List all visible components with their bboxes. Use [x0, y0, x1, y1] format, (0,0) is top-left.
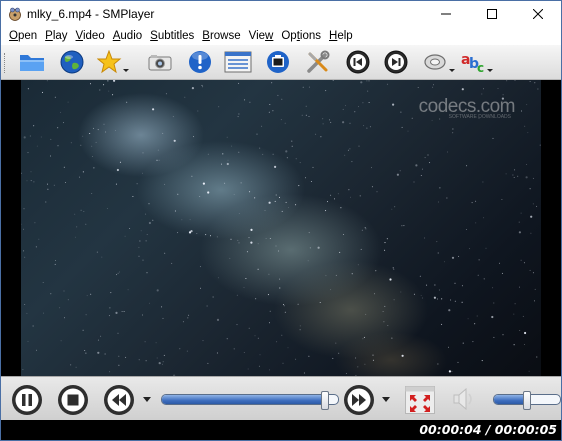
menu-view[interactable]: View: [245, 30, 278, 42]
info-button[interactable]: [185, 48, 215, 76]
video-equalizer-button[interactable]: [263, 48, 293, 76]
mute-button[interactable]: [451, 386, 477, 417]
globe-icon: [60, 50, 84, 74]
starfield-image: [21, 80, 541, 376]
seek-slider-handle[interactable]: [320, 391, 329, 410]
open-url-button[interactable]: [57, 48, 87, 76]
stop-icon: [57, 384, 89, 421]
fast-forward-icon: [343, 384, 375, 421]
menu-audio[interactable]: Audio: [109, 30, 146, 42]
chevron-down-icon[interactable]: [123, 69, 129, 72]
volume-slider-handle[interactable]: [523, 391, 532, 410]
next-chapter-icon: [384, 50, 408, 74]
smplayer-window: mlky_6.mp4 - SMPlayer Open Play Video Au…: [0, 0, 562, 441]
screenshot-camera-icon: [147, 52, 173, 72]
favorites-star-icon: [97, 50, 123, 74]
info-icon: [188, 50, 212, 74]
audio-track-button[interactable]: [421, 48, 455, 76]
control-bar: [1, 376, 561, 421]
preferences-button[interactable]: [303, 48, 333, 76]
title-bar: mlky_6.mp4 - SMPlayer: [1, 1, 561, 27]
menu-play[interactable]: Play: [41, 30, 71, 42]
speaker-icon: [451, 386, 477, 417]
close-button[interactable]: [515, 1, 561, 27]
chevron-down-icon[interactable]: [487, 69, 493, 72]
subtitles-button[interactable]: a b c: [459, 48, 493, 76]
fullscreen-icon: [405, 386, 435, 419]
pause-button[interactable]: [11, 384, 43, 421]
menu-options[interactable]: Options: [277, 30, 325, 42]
rewind-button[interactable]: [103, 384, 135, 421]
menu-video[interactable]: Video: [72, 30, 109, 42]
stop-button[interactable]: [57, 384, 89, 421]
seek-progress-fill: [162, 395, 326, 404]
open-folder-button[interactable]: [17, 48, 47, 76]
pause-icon: [11, 384, 43, 421]
menu-bar: Open Play Video Audio Subtitles Browse V…: [1, 27, 561, 45]
forward-button[interactable]: [343, 384, 375, 421]
status-bar: 00:00:04 / 00:00:05: [1, 420, 561, 440]
video-frame[interactable]: codecs.com SOFTWARE DOWNLOADS: [21, 80, 541, 376]
video-area[interactable]: codecs.com SOFTWARE DOWNLOADS: [1, 80, 561, 376]
preferences-tools-icon: [305, 49, 331, 75]
next-chapter-button[interactable]: [381, 48, 411, 76]
window-title: mlky_6.mp4 - SMPlayer: [27, 7, 155, 21]
menu-help[interactable]: Help: [325, 30, 357, 42]
main-toolbar: a b c: [1, 45, 561, 80]
svg-text:c: c: [477, 61, 484, 75]
seek-slider[interactable]: [161, 394, 339, 405]
menu-browse[interactable]: Browse: [198, 30, 244, 42]
rewind-options-chevron-icon[interactable]: [143, 397, 151, 402]
open-folder-icon: [18, 51, 46, 73]
previous-chapter-button[interactable]: [343, 48, 373, 76]
video-equalizer-icon: [266, 50, 290, 74]
menu-subtitles[interactable]: Subtitles: [146, 30, 198, 42]
subtitles-icon: a b c: [460, 49, 488, 75]
smplayer-app-icon[interactable]: [8, 7, 22, 21]
toolbar-grip[interactable]: [4, 53, 8, 73]
maximize-button[interactable]: [469, 1, 515, 27]
fullscreen-button[interactable]: [405, 386, 435, 419]
rewind-icon: [103, 384, 135, 421]
minimize-button[interactable]: [423, 1, 469, 27]
forward-options-chevron-icon[interactable]: [382, 397, 390, 402]
previous-chapter-icon: [346, 50, 370, 74]
time-display: 00:00:04 / 00:00:05: [419, 422, 557, 437]
chevron-down-icon[interactable]: [449, 69, 455, 72]
menu-open[interactable]: Open: [5, 30, 41, 42]
watermark-subtext: SOFTWARE DOWNLOADS: [448, 114, 511, 120]
playlist-icon: [224, 51, 252, 73]
playlist-button[interactable]: [223, 48, 253, 76]
audio-track-icon: [423, 51, 449, 73]
screenshot-button[interactable]: [145, 48, 175, 76]
favorites-button[interactable]: [95, 48, 129, 76]
